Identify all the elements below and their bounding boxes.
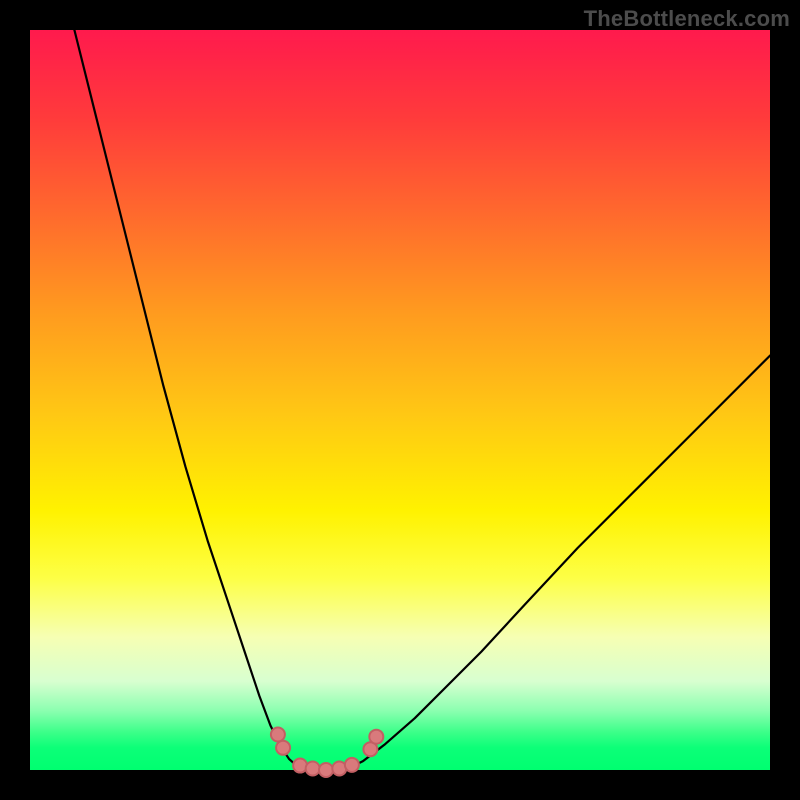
valley-marker: [319, 763, 333, 777]
valley-marker: [369, 730, 383, 744]
chart-svg: [30, 30, 770, 770]
chart-frame: TheBottleneck.com: [0, 0, 800, 800]
curve-right-branch: [348, 356, 770, 769]
valley-marker: [345, 758, 359, 772]
valley-marker: [276, 741, 290, 755]
valley-marker-group: [271, 727, 383, 777]
valley-marker: [271, 727, 285, 741]
plot-area: [30, 30, 770, 770]
curve-left-branch: [74, 30, 303, 769]
watermark-text: TheBottleneck.com: [584, 6, 790, 32]
valley-marker: [306, 762, 320, 776]
